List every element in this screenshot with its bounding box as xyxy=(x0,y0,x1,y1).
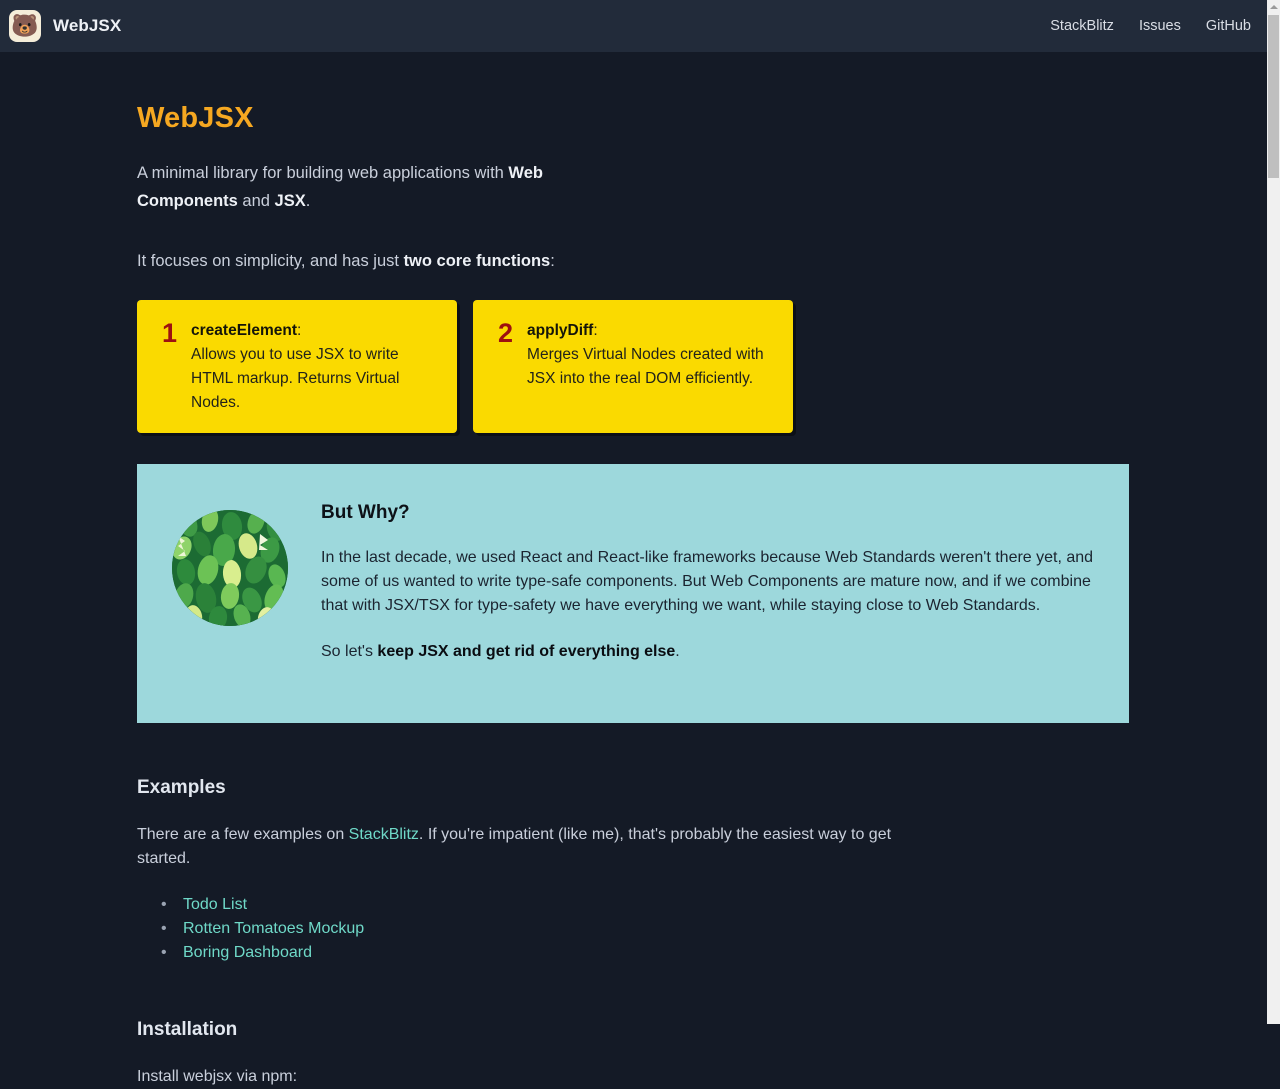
app-header: 🐻 WebJSX StackBlitz Issues GitHub xyxy=(0,0,1267,52)
main-nav: StackBlitz Issues GitHub xyxy=(1050,18,1251,34)
examples-heading: Examples xyxy=(137,777,226,798)
card-body: applyDiff: Merges Virtual Nodes created … xyxy=(527,319,775,415)
card-create-element[interactable]: 1 createElement: Allows you to use JSX t… xyxy=(137,300,457,433)
card-title: createElement xyxy=(191,322,298,339)
brand-name: WebJSX xyxy=(53,16,122,35)
card-body: createElement: Allows you to use JSX to … xyxy=(191,319,439,415)
list-item[interactable]: Rotten Tomatoes Mockup xyxy=(161,917,1267,941)
scrollbar-thumb[interactable] xyxy=(1268,15,1279,178)
content-column: WebJSX A minimal library for building we… xyxy=(0,102,1267,1089)
core-functions-cards: 1 createElement: Allows you to use JSX t… xyxy=(137,300,1267,433)
examples-intro-text-1: There are a few examples on xyxy=(137,826,349,843)
chevron-up-icon[interactable] xyxy=(1267,0,1280,13)
focus-text-end: : xyxy=(550,252,555,270)
bear-face-icon: 🐻 xyxy=(9,10,41,42)
list-item[interactable]: Boring Dashboard xyxy=(161,941,1267,965)
lede-text-end: . xyxy=(305,192,311,210)
but-why-paragraph: In the last decade, we used React and Re… xyxy=(321,549,1094,614)
but-why-text: But Why? In the last decade, we used Rea… xyxy=(321,495,1095,692)
page-body: WebJSX A minimal library for building we… xyxy=(0,52,1267,1085)
nav-link-stackblitz[interactable]: StackBlitz xyxy=(1050,18,1114,34)
link-rotten-tomatoes-mockup[interactable]: Rotten Tomatoes Mockup xyxy=(183,920,364,937)
page-title: WebJSX xyxy=(137,102,254,134)
but-why-title: But Why? xyxy=(321,502,410,523)
lede-strong-jsx: JSX xyxy=(274,192,306,210)
lede-text-1: A minimal library for building web appli… xyxy=(137,164,509,182)
card-number: 1 xyxy=(162,318,178,348)
card-apply-diff[interactable]: 2 applyDiff: Merges Virtual Nodes create… xyxy=(473,300,793,433)
installation-text: Install webjsx via npm: xyxy=(137,1068,298,1085)
link-stackblitz[interactable]: StackBlitz xyxy=(349,826,419,843)
installation-heading: Installation xyxy=(137,1019,238,1040)
card-title: applyDiff xyxy=(527,322,594,339)
focus-paragraph: It focuses on simplicity, and has just t… xyxy=(137,247,1267,275)
card-title-colon: : xyxy=(593,322,598,339)
examples-intro: There are a few examples on StackBlitz. … xyxy=(137,823,907,871)
link-todo-list[interactable]: Todo List xyxy=(183,896,247,913)
list-item[interactable]: Todo List xyxy=(161,893,1267,917)
vertical-scrollbar[interactable] xyxy=(1267,0,1280,1024)
closing-end: . xyxy=(675,643,680,660)
lede-text-mid: and xyxy=(237,192,275,210)
card-number: 2 xyxy=(498,318,514,348)
card-description: Merges Virtual Nodes created with JSX in… xyxy=(527,346,764,387)
but-why-closing: So let's keep JSX and get rid of everyth… xyxy=(321,640,1095,664)
nav-link-issues[interactable]: Issues xyxy=(1139,18,1181,34)
card-title-colon: : xyxy=(297,322,302,339)
lede-paragraph: A minimal library for building web appli… xyxy=(137,159,607,215)
closing-strong: keep JSX and get rid of everything else xyxy=(377,643,676,660)
examples-list: Todo List Rotten Tomatoes Mockup Boring … xyxy=(137,893,1267,965)
brand[interactable]: 🐻 WebJSX xyxy=(9,10,121,42)
focus-text-1: It focuses on simplicity, and has just xyxy=(137,252,404,270)
but-why-panel: But Why? In the last decade, we used Rea… xyxy=(137,464,1129,723)
green-leaves-circle-image xyxy=(172,510,288,626)
card-description: Allows you to use JSX to write HTML mark… xyxy=(191,346,400,411)
link-boring-dashboard[interactable]: Boring Dashboard xyxy=(183,944,312,961)
nav-link-github[interactable]: GitHub xyxy=(1206,18,1251,34)
closing-prefix: So let's xyxy=(321,643,378,660)
focus-strong: two core functions xyxy=(403,252,551,270)
